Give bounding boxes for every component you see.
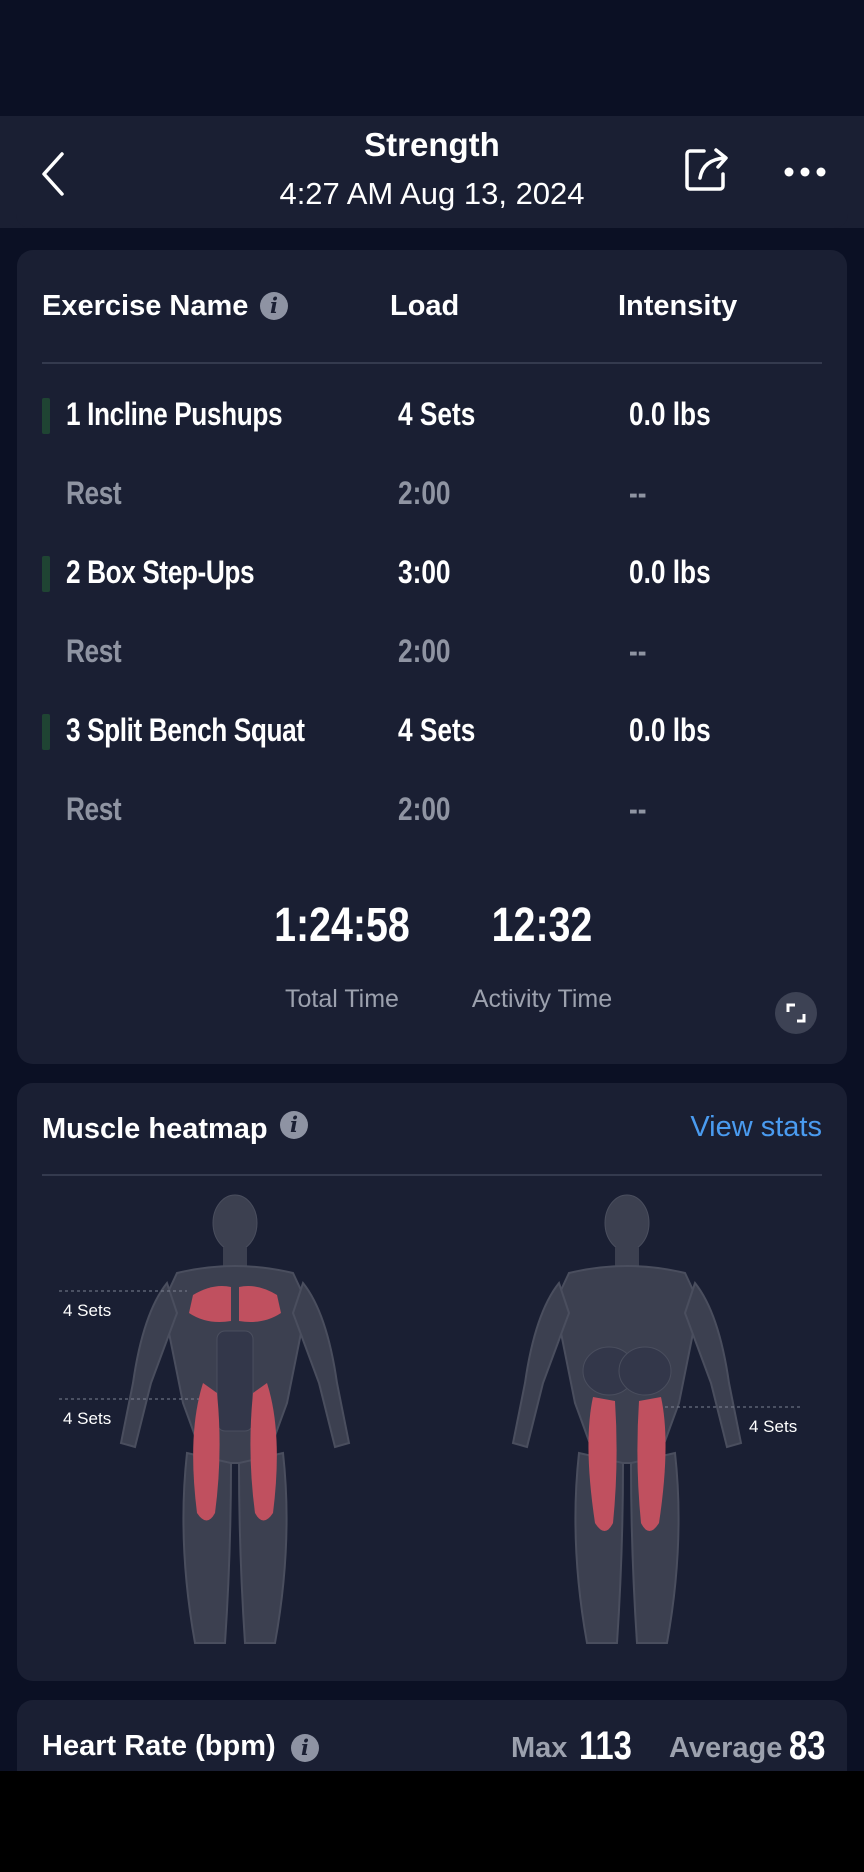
rest-load: 2:00 [398,791,451,827]
total-time-value: 1:24:58 [274,899,410,952]
total-time-label: Total Time [285,985,399,1013]
exercise-load: 4 Sets [398,712,476,748]
exercise-row[interactable]: 2 Box Step-Ups 3:00 0.0 lbs [17,544,847,604]
rest-name: Rest [66,633,122,669]
expand-button[interactable] [775,992,817,1034]
rest-row: Rest 2:00 -- [17,623,847,683]
info-icon[interactable]: i [260,292,288,320]
page-title: Strength [364,126,500,163]
front-chest-sets-label: 4 Sets [63,1301,112,1320]
exercise-card: Exercise Name i Load Intensity 1 Incline… [17,250,847,1064]
share-icon [685,148,728,191]
hr-max-label: Max [511,1732,568,1764]
rest-row: Rest 2:00 -- [17,465,847,525]
heatmap-title: Muscle heatmap [42,1113,268,1145]
exercise-indicator [42,714,50,750]
back-body-figure [511,1194,743,1644]
share-button[interactable] [682,144,732,194]
exercise-intensity: 0.0 lbs [629,396,711,432]
workout-datetime: 4:27 AM Aug 13, 2024 [279,176,585,211]
muscle-heatmap-card: Muscle heatmap i View stats 4 Sets 4 Set… [17,1083,847,1681]
rest-name: Rest [66,475,122,511]
exercise-indicator [42,556,50,592]
exercise-row[interactable]: 1 Incline Pushups 4 Sets 0.0 lbs [17,386,847,446]
rest-row: Rest 2:00 -- [17,781,847,841]
exercise-load: 4 Sets [398,396,476,432]
hr-max-value: 113 [579,1724,632,1768]
heart-rate-title: Heart Rate (bpm) [42,1730,276,1762]
rest-intensity: -- [629,475,647,511]
exercise-row[interactable]: 3 Split Bench Squat 4 Sets 0.0 lbs [17,702,847,762]
header: Strength 4:27 AM Aug 13, 2024 [0,116,864,228]
muscle-body-diagram [59,1194,801,1644]
view-stats-link[interactable]: View stats [690,1111,822,1144]
exercise-intensity: 0.0 lbs [629,554,711,590]
front-quads-sets-label: 4 Sets [63,1409,112,1428]
system-navigation-bar [0,1771,864,1872]
activity-time-label: Activity Time [471,985,613,1013]
rest-load: 2:00 [398,633,451,669]
header-bottom-edge [16,214,848,228]
col-load: Load [390,290,460,322]
hr-average-value: 83 [789,1724,826,1768]
rest-name: Rest [66,791,122,827]
info-icon[interactable]: i [291,1734,319,1762]
divider [42,362,822,364]
status-bar [0,0,864,116]
exercise-name: 2 Box Step-Ups [66,554,255,590]
exercise-load: 3:00 [398,554,451,590]
activity-time-value: 12:32 [491,899,593,952]
more-options-button[interactable] [780,152,830,192]
divider [42,1174,822,1176]
rest-intensity: -- [629,791,647,827]
exercise-name: 1 Incline Pushups [66,396,283,432]
rest-intensity: -- [629,633,647,669]
front-body-figure [119,1194,351,1644]
back-hamstrings-sets-label: 4 Sets [749,1417,798,1436]
col-intensity: Intensity [618,290,738,322]
info-icon[interactable]: i [280,1111,308,1139]
more-dots-icon [784,167,826,177]
exercise-intensity: 0.0 lbs [629,712,711,748]
hr-average-label: Average [669,1732,783,1764]
expand-icon [786,1003,806,1023]
exercise-indicator [42,398,50,434]
exercise-name: 3 Split Bench Squat [66,712,305,748]
rest-load: 2:00 [398,475,451,511]
col-exercise-name: Exercise Name [42,290,249,322]
